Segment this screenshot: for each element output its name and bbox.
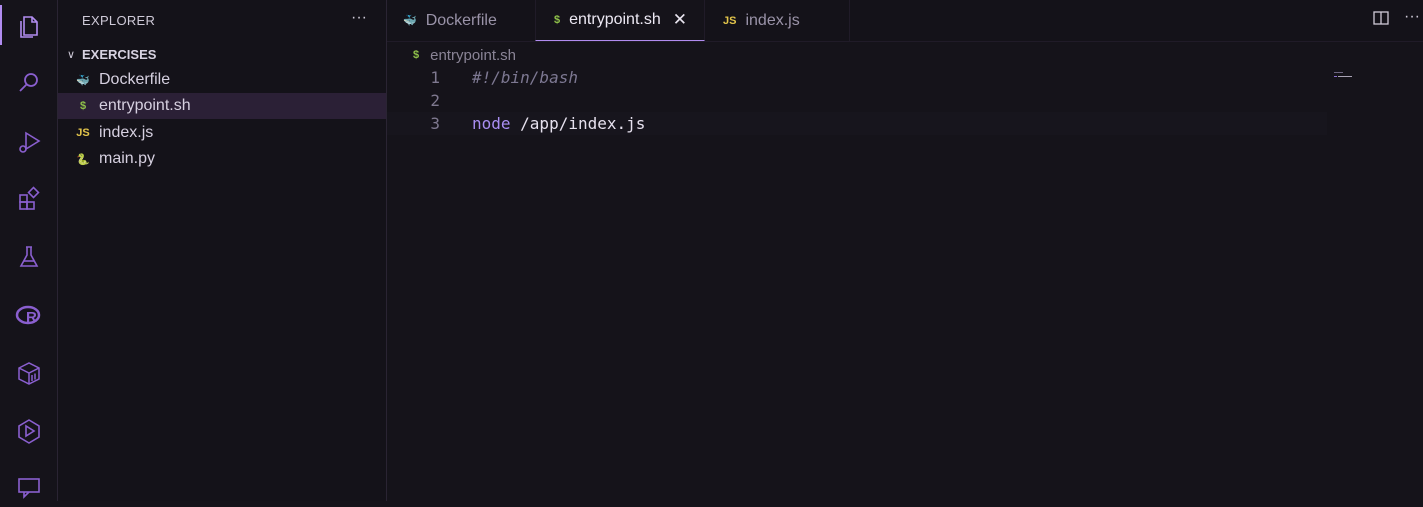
search-icon[interactable] <box>0 63 57 103</box>
file-label: Dockerfile <box>99 71 171 88</box>
javascript-icon: JS <box>76 127 90 139</box>
file-main-py[interactable]: 🐍 main.py <box>58 146 386 172</box>
file-index-js[interactable]: JS index.js <box>58 120 386 146</box>
line-number: 2 <box>430 91 440 110</box>
container-box-icon[interactable] <box>0 353 57 393</box>
python-icon: 🐍 <box>76 153 90 166</box>
tab-divider <box>849 0 850 41</box>
run-debug-icon[interactable] <box>0 121 57 161</box>
tab-label: index.js <box>745 11 800 29</box>
explorer-sidebar: EXPLORER ··· ∨ EXERCISES 🐳 Dockerfile $ … <box>58 0 387 501</box>
line-number: 3 <box>430 114 440 133</box>
chevron-down-icon: ∨ <box>66 48 76 61</box>
file-dockerfile[interactable]: 🐳 Dockerfile <box>58 67 386 93</box>
r-language-icon[interactable]: R <box>0 295 57 335</box>
explorer-more-actions-button[interactable]: ··· <box>351 9 367 27</box>
svg-text:R: R <box>26 309 37 326</box>
chat-icon[interactable] <box>0 467 57 507</box>
shell-icon: $ <box>413 49 420 61</box>
explorer-files-icon[interactable] <box>0 5 57 45</box>
code-text: #!/bin/bash <box>472 68 578 87</box>
breadcrumb[interactable]: $ entrypoint.sh <box>413 45 516 65</box>
extensions-icon[interactable] <box>0 179 57 219</box>
activity-bar: R <box>0 0 58 501</box>
javascript-icon: JS <box>723 14 737 27</box>
folder-exercises[interactable]: ∨ EXERCISES <box>58 42 386 66</box>
code-line: 2 <box>387 89 1327 112</box>
code-text: node /app/index.js <box>472 114 645 133</box>
code-line-current: 3 node /app/index.js <box>387 112 1327 135</box>
play-hexagon-icon[interactable] <box>0 411 57 451</box>
split-editor-icon[interactable] <box>1373 10 1389 31</box>
tab-index-js[interactable]: JS index.js <box>723 0 843 41</box>
editor-more-actions-button[interactable]: ··· <box>1404 8 1420 26</box>
tab-entrypoint-sh[interactable]: $ entrypoint.sh ✕ <box>535 0 705 41</box>
editor-tab-bar: 🐳 Dockerfile $ entrypoint.sh ✕ JS index.… <box>387 0 1423 42</box>
file-label: main.py <box>99 150 156 167</box>
explorer-title: EXPLORER <box>82 13 156 28</box>
code-argument: /app/index.js <box>510 114 646 133</box>
file-label: index.js <box>99 124 154 141</box>
minimap[interactable] <box>1334 67 1354 85</box>
code-line: 1 #!/bin/bash <box>387 66 1327 89</box>
file-entrypoint-sh[interactable]: $ entrypoint.sh <box>58 93 386 119</box>
tab-label: Dockerfile <box>425 11 497 29</box>
testing-flask-icon[interactable] <box>0 237 57 277</box>
breadcrumb-file: entrypoint.sh <box>430 46 517 64</box>
docker-icon: 🐳 <box>403 15 417 27</box>
close-tab-icon[interactable]: ✕ <box>673 10 687 30</box>
code-keyword: node <box>472 114 511 133</box>
file-label: entrypoint.sh <box>99 97 191 114</box>
tab-dockerfile[interactable]: 🐳 Dockerfile <box>403 0 533 41</box>
docker-icon: 🐳 <box>76 74 90 87</box>
shell-icon: $ <box>554 14 561 26</box>
tab-label: entrypoint.sh <box>569 11 661 28</box>
code-editor[interactable]: 1 #!/bin/bash 2 3 node /app/index.js <box>387 66 1423 501</box>
folder-name: EXERCISES <box>82 46 157 62</box>
shell-icon: $ <box>79 100 87 112</box>
line-number: 1 <box>430 68 440 87</box>
